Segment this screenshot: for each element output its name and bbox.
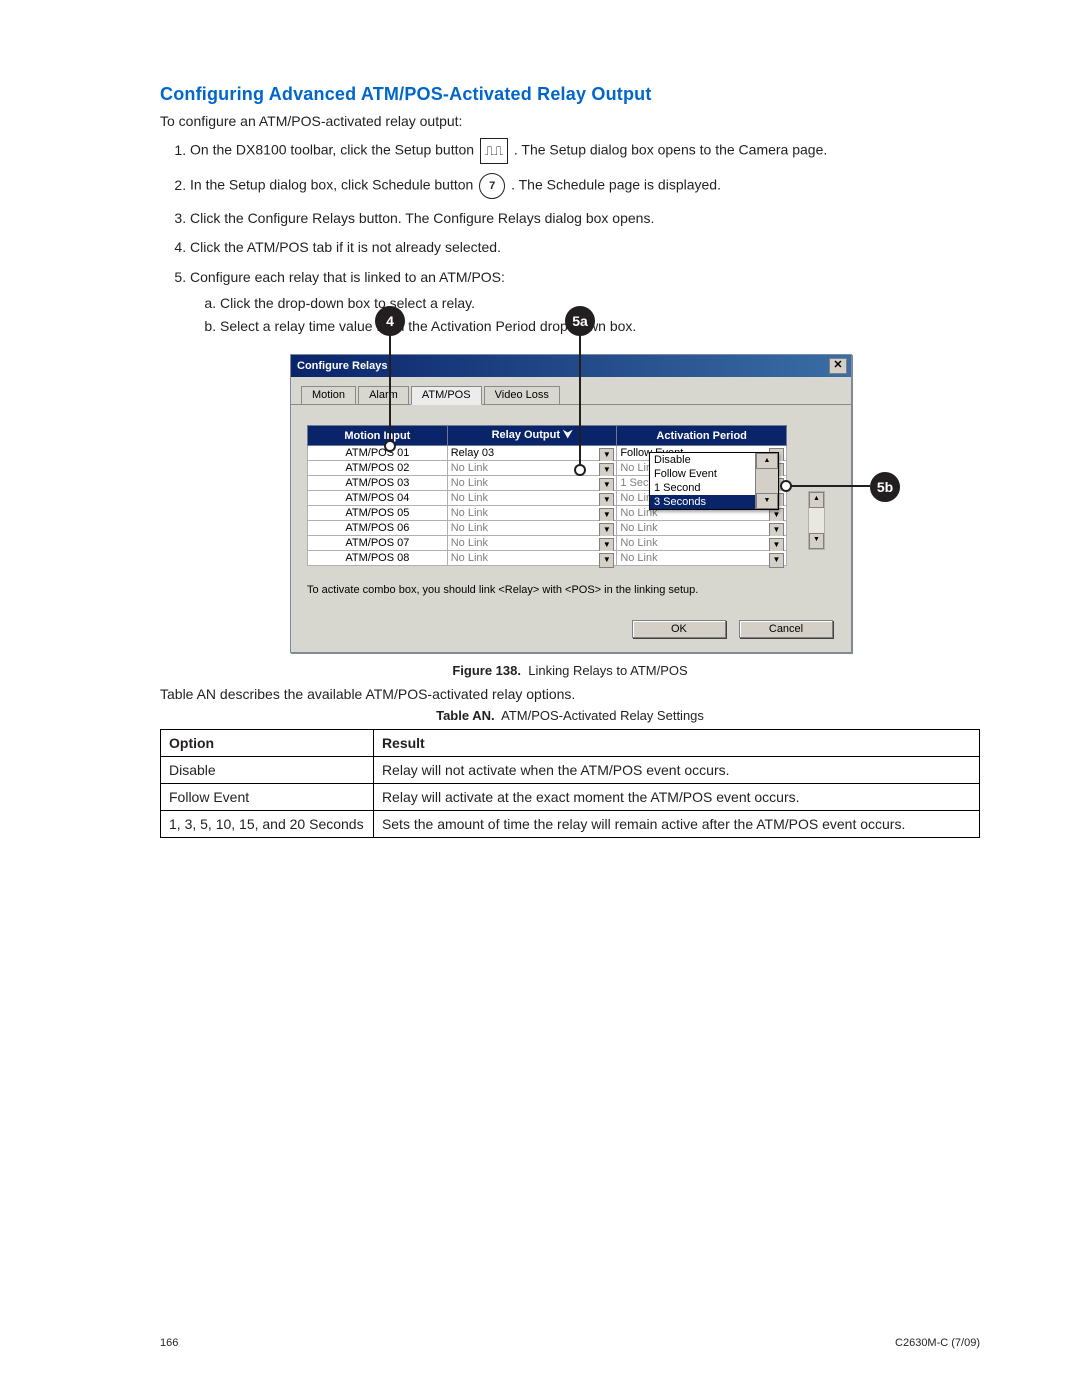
table-label: Table AN. [436, 708, 495, 723]
callout-5b-leader [788, 485, 870, 487]
opt-head-option: Option [161, 730, 374, 757]
motion-input-cell: ATM/POS 02 [308, 461, 448, 476]
relay-output-dropdown[interactable]: No Link▼ [447, 521, 617, 536]
relay-output-dropdown[interactable]: No Link▼ [447, 551, 617, 566]
col-relay-output-label: Relay Output [492, 429, 560, 441]
schedule-icon: 7 [479, 173, 505, 199]
step-1: On the DX8100 toolbar, click the Setup b… [190, 138, 980, 164]
tab-atm-pos[interactable]: ATM/POS [411, 386, 482, 405]
step-5a: Click the drop-down box to select a rela… [220, 293, 980, 313]
option-cell: Disable [161, 757, 374, 784]
page-number: 166 [160, 1337, 178, 1349]
table-caption: Table AN. ATM/POS-Activated Relay Settin… [160, 708, 980, 723]
opt-head-result: Result [373, 730, 979, 757]
motion-input-cell: ATM/POS 06 [308, 521, 448, 536]
activation-period-dropdown[interactable]: No Link▼ [617, 551, 787, 566]
intro-text: To configure an ATM/POS-activated relay … [160, 113, 980, 129]
table-row: ATM/POS 07No Link▼No Link▼ [308, 536, 787, 551]
tab-video-loss[interactable]: Video Loss [484, 386, 560, 404]
figure-caption: Figure 138. Linking Relays to ATM/POS [160, 663, 980, 678]
motion-input-cell: ATM/POS 04 [308, 491, 448, 506]
step-4: Click the ATM/POS tab if it is not alrea… [190, 237, 980, 257]
motion-input-cell: ATM/POS 05 [308, 506, 448, 521]
activation-period-dropdown[interactable]: No Link▼ [617, 536, 787, 551]
panel-scrollbar[interactable]: ▲ ▼ [808, 491, 825, 550]
relay-output-dropdown[interactable]: No Link▼ [447, 491, 617, 506]
table-intro: Table AN describes the available ATM/POS… [160, 686, 980, 702]
tabs-row: Motion Alarm ATM/POS Video Loss [291, 377, 851, 404]
step-5-text: Configure each relay that is linked to a… [190, 269, 505, 285]
callout-4-leader [389, 334, 391, 442]
dialog-title: Configure Relays [297, 360, 387, 372]
relay-output-dropdown[interactable]: No Link▼ [447, 506, 617, 521]
table-caption-text: ATM/POS-Activated Relay Settings [501, 708, 704, 723]
step-3: Click the Configure Relays button. The C… [190, 208, 980, 228]
callout-5a-label: 5a [572, 308, 588, 334]
tab-panel: Motion Input Relay Output ⮟ Activation P… [291, 404, 851, 610]
panel-scroll-down-icon[interactable]: ▼ [809, 533, 824, 549]
relay-output-dropdown[interactable]: No Link▼ [447, 536, 617, 551]
doc-id: C2630M-C (7/09) [895, 1337, 980, 1349]
tab-alarm[interactable]: Alarm [358, 386, 409, 404]
panel-scroll-up-icon[interactable]: ▲ [809, 492, 824, 508]
option-cell: 1, 3, 5, 10, 15, and 20 Seconds [161, 811, 374, 838]
figure-caption-text: Linking Relays to ATM/POS [528, 663, 687, 678]
table-row: ATM/POS 08No Link▼No Link▼ [308, 551, 787, 566]
step-5b: Select a relay time value from the Activ… [220, 316, 980, 336]
motion-input-cell: ATM/POS 01 [308, 446, 448, 461]
step-1-text-b: . The Setup dialog box opens to the Came… [514, 142, 827, 158]
section-heading: Configuring Advanced ATM/POS-Activated R… [160, 84, 980, 105]
chevron-down-icon[interactable]: ▼ [599, 553, 614, 568]
callout-5b: 5b [870, 472, 900, 502]
table-row: DisableRelay will not activate when the … [161, 757, 980, 784]
steps-list: On the DX8100 toolbar, click the Setup b… [160, 138, 980, 336]
figure-wrap: 4 5a 5b Configure Relays ✕ Motion Alarm … [290, 354, 850, 653]
cancel-button[interactable]: Cancel [739, 620, 833, 638]
dialog-button-row: OK Cancel [291, 610, 851, 652]
table-row: ATM/POS 06No Link▼No Link▼ [308, 521, 787, 536]
col-motion-input: Motion Input [308, 426, 448, 446]
tab-motion[interactable]: Motion [301, 386, 356, 404]
table-row: Follow EventRelay will activate at the e… [161, 784, 980, 811]
step-1-text-a: On the DX8100 toolbar, click the Setup b… [190, 142, 478, 158]
relay-output-dropdown[interactable]: No Link▼ [447, 476, 617, 491]
relay-output-dropdown[interactable]: Relay 03▼ [447, 446, 617, 461]
callout-4-label: 4 [386, 308, 394, 334]
activation-period-dropdown[interactable]: No Link▼ [617, 521, 787, 536]
step-2-text-b: . The Schedule page is displayed. [511, 177, 721, 193]
chevron-down-icon[interactable]: ▼ [769, 553, 784, 568]
option-cell: Follow Event [161, 784, 374, 811]
close-button[interactable]: ✕ [829, 358, 847, 374]
motion-input-cell: ATM/POS 03 [308, 476, 448, 491]
col-activation-period: Activation Period [617, 426, 787, 446]
dropdown-scroll-up-icon[interactable]: ▲ [756, 453, 778, 469]
result-cell: Relay will not activate when the ATM/POS… [373, 757, 979, 784]
activation-dropdown-open[interactable]: Disable Follow Event 1 Second 3 Seconds … [649, 452, 779, 510]
result-cell: Relay will activate at the exact moment … [373, 784, 979, 811]
page-footer: 166 C2630M-C (7/09) [160, 1337, 980, 1349]
motion-input-cell: ATM/POS 08 [308, 551, 448, 566]
figure-label: Figure 138. [452, 663, 521, 678]
relay-output-dropdown[interactable]: No Link▼ [447, 461, 617, 476]
configure-relays-dialog: Configure Relays ✕ Motion Alarm ATM/POS … [290, 354, 852, 653]
dropdown-scrollbar[interactable]: ▲ ▼ [755, 453, 778, 509]
step-2: In the Setup dialog box, click Schedule … [190, 173, 980, 199]
table-row: 1, 3, 5, 10, 15, and 20 SecondsSets the … [161, 811, 980, 838]
callout-5b-label: 5b [877, 474, 893, 500]
col-relay-output: Relay Output ⮟ [447, 426, 617, 446]
result-cell: Sets the amount of time the relay will r… [373, 811, 979, 838]
callout-5a-leader [579, 334, 581, 466]
step-2-text-a: In the Setup dialog box, click Schedule … [190, 177, 477, 193]
dropdown-scroll-down-icon[interactable]: ▼ [756, 493, 778, 509]
options-table: Option Result DisableRelay will not acti… [160, 729, 980, 838]
ok-button[interactable]: OK [632, 620, 726, 638]
dialog-hint: To activate combo box, you should link <… [307, 584, 835, 596]
motion-input-cell: ATM/POS 07 [308, 536, 448, 551]
setup-icon: ⎍⎍ [480, 138, 508, 164]
dialog-titlebar: Configure Relays ✕ [291, 355, 851, 377]
